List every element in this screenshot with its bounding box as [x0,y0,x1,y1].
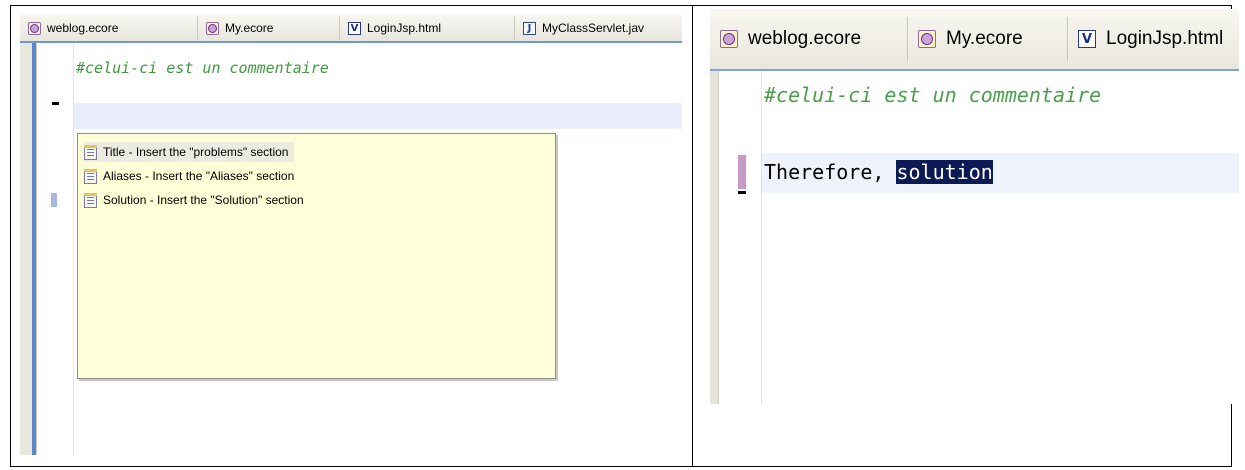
tab-label: My.ecore [946,28,1023,49]
code-line[interactable]: Therefore, solution [764,160,993,184]
proposal-aliases[interactable]: Aliases - Insert the "Aliases" section [84,166,300,186]
table-divider [692,5,693,467]
tab-label: MyClassServlet.jav [542,21,645,35]
proposal-solution[interactable]: Solution - Insert the "Solution" section [84,190,310,210]
ecore-file-icon [720,30,738,48]
change-marker[interactable] [738,155,746,189]
template-icon [84,144,97,160]
tab-loginjsp-html[interactable]: V LoginJsp.html [1068,17,1239,61]
velocity-file-icon: V [348,21,361,35]
content-assist-popup: Title - Insert the "problems" section Al… [77,133,556,379]
annotation-marker[interactable] [51,193,57,207]
ecore-file-icon [28,21,41,35]
tab-label: weblog.ecore [47,21,119,35]
ruler-edge [32,43,36,455]
caret-marker [52,102,59,105]
editor-tab-bar: weblog.ecore My.ecore V LoginJsp.html J … [20,15,682,42]
proposal-label: Solution - Insert the "Solution" section [103,193,304,207]
caret-marker [738,191,746,194]
proposal-label: Aliases - Insert the "Aliases" section [103,169,295,183]
line-gutter [719,71,762,404]
overview-ruler [710,71,719,404]
proposal-title[interactable]: Title - Insert the "problems" section [84,142,295,162]
left-editor-panel: weblog.ecore My.ecore V LoginJsp.html J … [20,15,682,455]
code-text: Therefore, [764,160,897,184]
selected-placeholder[interactable]: solution [896,160,993,184]
tab-label: LoginJsp.html [367,21,442,35]
tab-label: LoginJsp.html [1106,28,1224,49]
ecore-file-icon [206,21,219,35]
comment-line: #celui-ci est un commentaire [764,83,1102,107]
tab-weblog-ecore[interactable]: weblog.ecore [710,17,908,61]
template-icon [84,192,97,208]
current-line-highlight [74,103,682,129]
tab-my-ecore[interactable]: My.ecore [198,16,340,40]
tab-label: My.ecore [225,21,274,35]
tab-my-ecore[interactable]: My.ecore [908,17,1068,61]
right-editor-panel: weblog.ecore My.ecore V LoginJsp.html #c… [710,9,1239,404]
tab-weblog-ecore[interactable]: weblog.ecore [20,16,198,40]
ecore-file-icon [918,30,936,48]
java-file-icon: J [523,21,536,35]
tab-loginjsp-html[interactable]: V LoginJsp.html [340,16,515,40]
velocity-file-icon: V [1078,30,1096,48]
active-editor-border [20,41,682,43]
tab-label: weblog.ecore [748,28,862,49]
editor-tab-bar: weblog.ecore My.ecore V LoginJsp.html [710,9,1239,70]
proposal-label: Title - Insert the "problems" section [103,145,289,159]
comment-line: #celui-ci est un commentaire [76,59,329,77]
active-editor-border [710,69,1239,71]
template-icon [84,168,97,184]
tab-myclassservlet-java[interactable]: J MyClassServlet.jav [515,16,682,40]
